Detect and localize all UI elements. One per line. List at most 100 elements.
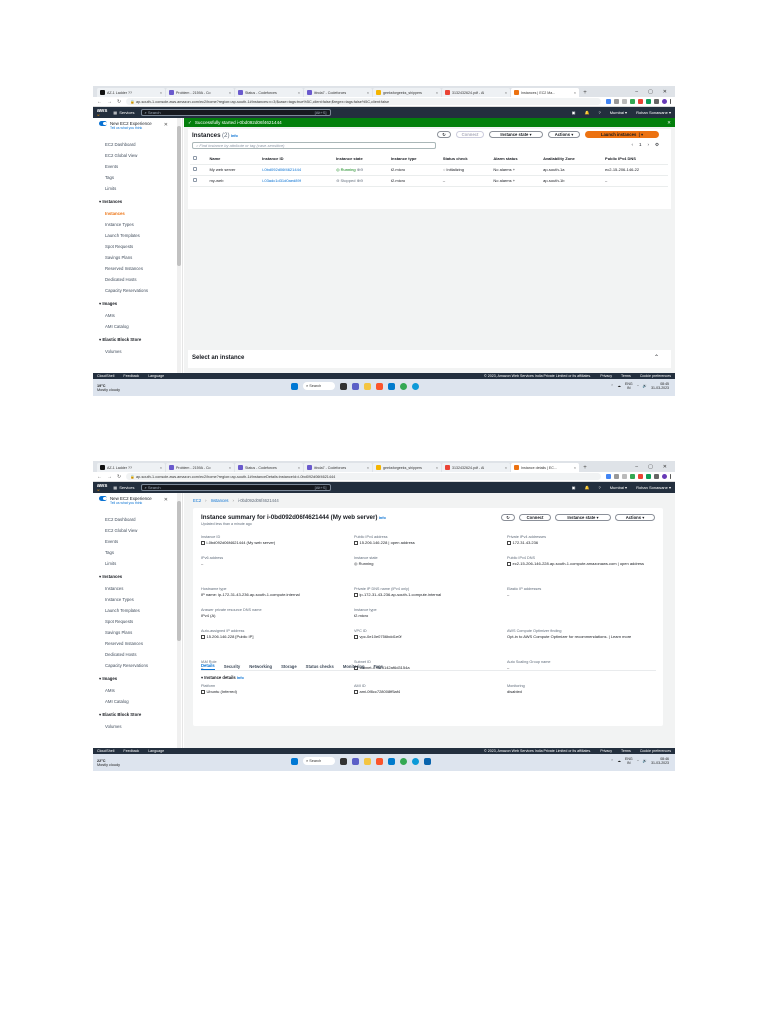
connect-button[interactable]: Connect [519,514,551,521]
cloudshell-link[interactable]: CloudShell [97,374,114,378]
copy-icon[interactable] [354,635,358,639]
extension-icon[interactable] [645,99,651,104]
tray-arrow-icon[interactable]: ⌃ [611,759,614,763]
column-header[interactable]: Public IPv4 DNS [602,153,668,165]
browser-tab[interactable]: AZ-1 Ladder ?? × [97,88,165,97]
help-icon[interactable]: ? [598,110,600,115]
clock[interactable]: 08:45 31-03-2023 [651,382,669,390]
close-sidebar-icon[interactable]: ✕ [164,122,168,128]
breadcrumb-instances[interactable]: Instances [211,498,229,503]
clock[interactable]: 08:46 31-03-2023 [651,757,669,765]
language-indicator[interactable]: ENG IN [625,382,633,390]
new-tab-icon[interactable]: + [580,88,590,97]
aws-search-input[interactable]: ⌕ Search [Alt+S] [140,109,331,116]
table-row[interactable]: My web server i-0bd092d06f4621444 ◎ Runn… [190,164,668,176]
sidebar-item-capacity-reservations[interactable]: Capacity Reservations [105,663,182,668]
minimize-icon[interactable]: – [635,464,638,470]
chat-icon[interactable] [352,757,359,765]
cloudshell-icon[interactable]: ▣ [572,485,576,490]
region-menu[interactable]: Mumbai ▾ [610,110,627,115]
toggle-switch[interactable] [99,496,107,501]
refresh-button[interactable]: ↻ [437,131,451,138]
sidebar-item-savings-plans[interactable]: Savings Plans [105,630,182,635]
weather-widget[interactable]: 19°C Mostly cloudy [97,384,120,392]
sidebar-item-amis[interactable]: AMIs [105,313,182,318]
copy-icon[interactable] [201,541,205,545]
back-icon[interactable]: ← [97,474,102,480]
sidebar-item-events[interactable]: Events [105,539,182,544]
onedrive-icon[interactable]: ☁ [618,384,622,388]
sidebar-section-ebs[interactable]: ▾ Elastic Block Store [99,337,182,343]
browser-tab[interactable]: Status - Codeforces × [235,88,303,97]
info-link[interactable]: Info [379,516,386,520]
onedrive-icon[interactable]: ☁ [618,759,622,763]
extension-icon[interactable] [637,474,643,479]
copy-icon[interactable] [507,541,511,545]
help-icon[interactable]: ? [598,485,600,490]
sidebar-item-ec2-dashboard[interactable]: EC2 Dashboard [105,142,182,147]
browser-tab-active[interactable]: Instances | EC2 Ma... × [511,88,579,97]
new-tab-icon[interactable]: + [580,463,590,472]
language-link[interactable]: Language [148,749,164,753]
wifi-icon[interactable]: ◔ [637,759,639,763]
sidebar-item-amis[interactable]: AMIs [105,688,182,693]
sidebar-item-limits[interactable]: Limits [105,186,182,191]
aws-logo[interactable]: aws ⌣ [97,108,107,117]
sidebar-item-spot-requests[interactable]: Spot Requests [105,244,182,249]
wifi-icon[interactable]: ◔ [637,384,639,388]
page-number[interactable]: 1 [639,142,642,148]
bell-icon[interactable]: 🔔 [584,485,589,490]
info-link[interactable]: Info [231,134,238,138]
cloudshell-icon[interactable]: ▣ [572,110,576,115]
profile-avatar[interactable] [661,474,667,479]
sidebar-item-tags[interactable]: Tags [105,550,182,555]
windows-start-icon[interactable] [291,757,298,765]
connect-button[interactable]: Connect [456,131,484,138]
sidebar-item-spot-requests[interactable]: Spot Requests [105,619,182,624]
sidebar-section-images[interactable]: ▾ Images [99,301,182,307]
back-icon[interactable]: ← [97,99,102,105]
ami-link[interactable]: ami-0f8cc728008ff5af4 [360,689,401,694]
column-header[interactable]: Status check [439,153,491,165]
public-ip-link[interactable]: 15.206.146.228 | open address [360,540,415,545]
url-field[interactable]: 🔒 ap-south-1.console.aws.amazon.com/ec2/… [126,98,601,105]
sidebar-item-global-view[interactable]: EC2 Global View [105,153,182,158]
forward-icon[interactable]: → [107,99,112,105]
edge-icon[interactable] [412,382,419,390]
copy-icon[interactable] [354,541,358,545]
profile-avatar[interactable] [661,99,667,104]
tab-networking[interactable]: Networking [249,664,272,669]
tab-status-checks[interactable]: Status checks [306,664,334,669]
star-icon[interactable] [621,474,627,479]
weather-widget[interactable]: 22°C Mostly cloudy [97,759,120,767]
chevron-up-icon[interactable]: ⌃ [654,354,659,361]
sidebar-item-savings-plans[interactable]: Savings Plans [105,255,182,260]
forward-icon[interactable]: → [107,474,112,480]
chrome-icon[interactable] [400,382,407,390]
actions-button[interactable]: Actions ▾ [548,131,580,138]
instance-id-link[interactable]: i-0bd092d06f4621444 [259,164,334,176]
feedback-link[interactable]: Feedback [123,374,139,378]
sidebar-scrollbar[interactable] [177,118,181,373]
taskbar-search[interactable]: ⌕ Search [303,757,335,765]
browser-tab[interactable]: iitrola7 - Codeforces × [304,88,372,97]
sidebar-item-events[interactable]: Events [105,164,182,169]
public-dns-link[interactable]: ec2-15-206-146-228.ap-south-1.compute.am… [513,561,645,566]
browser-tab[interactable]: iitrola7 - Codeforces × [304,463,372,472]
browser-tab[interactable]: 3132432624.pdf - Al × [442,88,510,97]
copy-icon[interactable] [201,635,205,639]
file-explorer-icon[interactable] [364,757,371,765]
privacy-link[interactable]: Privacy [600,374,612,378]
reload-icon[interactable]: ↻ [117,99,121,105]
sidebar-item-reserved-instances[interactable]: Reserved Instances [105,641,182,646]
vpc-link[interactable]: vpc-0e10e0756bdd1e0f [360,634,402,639]
brave-icon[interactable] [376,382,383,390]
sidebar-item-limits[interactable]: Limits [105,561,182,566]
close-window-icon[interactable]: ✕ [663,89,667,95]
launch-instances-button[interactable]: Launch instances | ▾ [585,131,659,138]
puzzle-icon[interactable] [653,474,659,479]
column-header[interactable]: Instance ID [259,153,334,165]
row-checkbox[interactable] [193,178,197,182]
extension-icon[interactable] [637,99,643,104]
task-view-icon[interactable] [340,382,347,390]
